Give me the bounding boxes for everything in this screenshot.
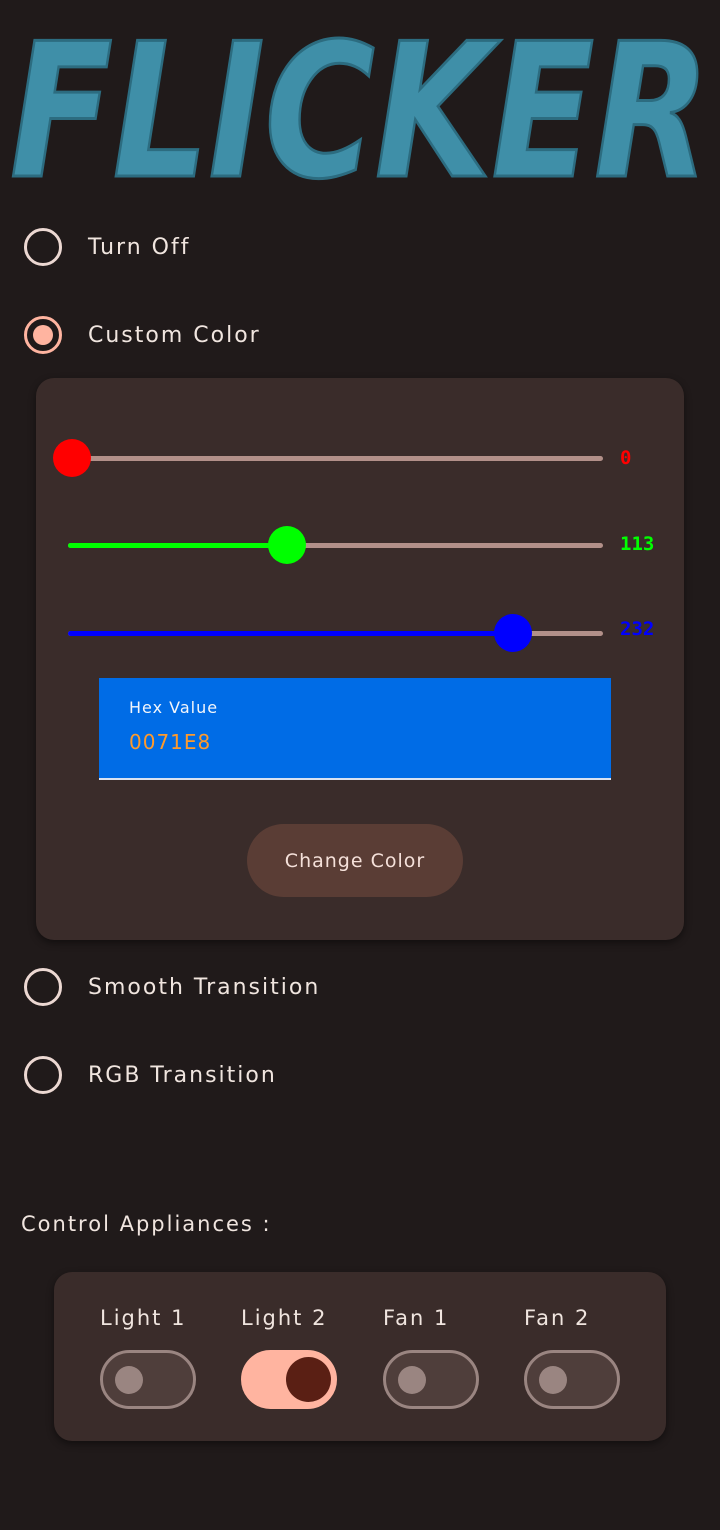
light-2-switch[interactable] — [241, 1350, 337, 1409]
blue-slider[interactable] — [68, 613, 603, 653]
hex-value-label: Hex Value — [129, 698, 219, 717]
mode-smooth-transition[interactable]: Smooth Transition — [24, 962, 320, 1012]
fan-1-label: Fan 1 — [383, 1306, 450, 1330]
fan-2-switch[interactable] — [524, 1350, 620, 1409]
turn-off-radio[interactable] — [24, 228, 62, 266]
blue-value: 232 — [620, 618, 655, 640]
green-value: 113 — [620, 533, 655, 555]
appliances-panel: Light 1 Light 2 Fan 1 Fan 2 — [54, 1272, 666, 1441]
green-slider-thumb[interactable] — [267, 526, 306, 564]
light-1-label: Light 1 — [100, 1306, 187, 1330]
green-slider-fill — [68, 543, 287, 548]
custom-color-label: Custom Color — [88, 322, 261, 348]
turn-off-label: Turn Off — [88, 234, 191, 260]
blue-slider-thumb[interactable] — [494, 614, 533, 652]
red-value: 0 — [620, 447, 632, 469]
hex-value-field[interactable]: Hex Value 0071E8 — [99, 678, 611, 780]
red-slider[interactable] — [53, 438, 603, 478]
control-appliances-heading: Control Appliances : — [21, 1212, 272, 1236]
switch-knob — [115, 1366, 143, 1394]
rgb-transition-label: RGB Transition — [88, 1062, 277, 1088]
hex-value-input[interactable]: 0071E8 — [129, 730, 211, 754]
smooth-transition-label: Smooth Transition — [88, 974, 321, 1000]
mode-turn-off[interactable]: Turn Off — [24, 222, 190, 272]
switch-knob — [398, 1366, 426, 1394]
logo-text: FLICKER — [10, 8, 710, 198]
appliance-light-1: Light 1 — [100, 1272, 200, 1441]
red-slider-thumb[interactable] — [53, 439, 91, 477]
fan-1-switch[interactable] — [383, 1350, 479, 1409]
switch-knob — [286, 1357, 331, 1402]
light-2-label: Light 2 — [241, 1306, 328, 1330]
change-color-button[interactable]: Change Color — [247, 824, 463, 897]
mode-rgb-transition[interactable]: RGB Transition — [24, 1050, 277, 1100]
red-slider-track — [68, 456, 603, 461]
light-1-switch[interactable] — [100, 1350, 196, 1409]
smooth-transition-radio[interactable] — [24, 968, 62, 1006]
appliance-light-2: Light 2 — [241, 1272, 341, 1441]
blue-slider-fill — [68, 631, 514, 636]
green-slider[interactable] — [68, 525, 603, 565]
rgb-transition-radio[interactable] — [24, 1056, 62, 1094]
appliance-fan-1: Fan 1 — [383, 1272, 483, 1441]
custom-color-radio[interactable] — [24, 316, 62, 354]
appliance-fan-2: Fan 2 — [524, 1272, 624, 1441]
mode-custom-color[interactable]: Custom Color — [24, 310, 261, 360]
switch-knob — [539, 1366, 567, 1394]
flicker-logo: FLICKER — [9, 8, 712, 198]
fan-2-label: Fan 2 — [524, 1306, 591, 1330]
